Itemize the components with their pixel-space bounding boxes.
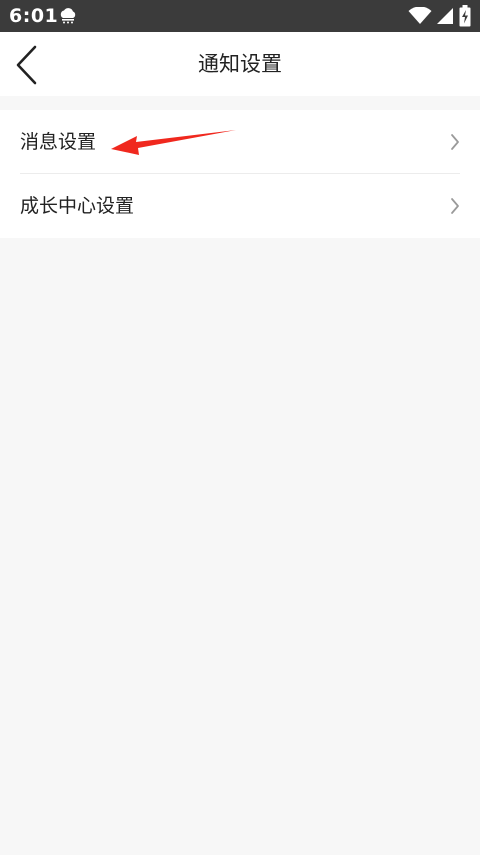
weather-icon — [58, 7, 78, 25]
signal-icon — [436, 7, 454, 25]
status-time: 6:01 — [9, 5, 59, 27]
status-bar: 6:01 — [0, 0, 480, 32]
settings-item-label: 成长中心设置 — [20, 195, 135, 217]
chevron-right-icon — [448, 132, 462, 152]
settings-item-growth-center[interactable]: 成长中心设置 — [0, 174, 480, 238]
back-button[interactable] — [10, 42, 46, 88]
chevron-right-icon — [448, 196, 462, 216]
page-title: 通知设置 — [198, 52, 282, 76]
top-navigation-bar: 通知设置 — [0, 32, 480, 96]
wifi-icon — [408, 6, 432, 25]
battery-charging-icon — [459, 5, 471, 27]
settings-item-label: 消息设置 — [20, 131, 97, 153]
settings-list: 消息设置 成长中心设置 — [0, 110, 480, 238]
settings-item-message[interactable]: 消息设置 — [0, 110, 480, 174]
chevron-left-icon — [16, 45, 37, 85]
